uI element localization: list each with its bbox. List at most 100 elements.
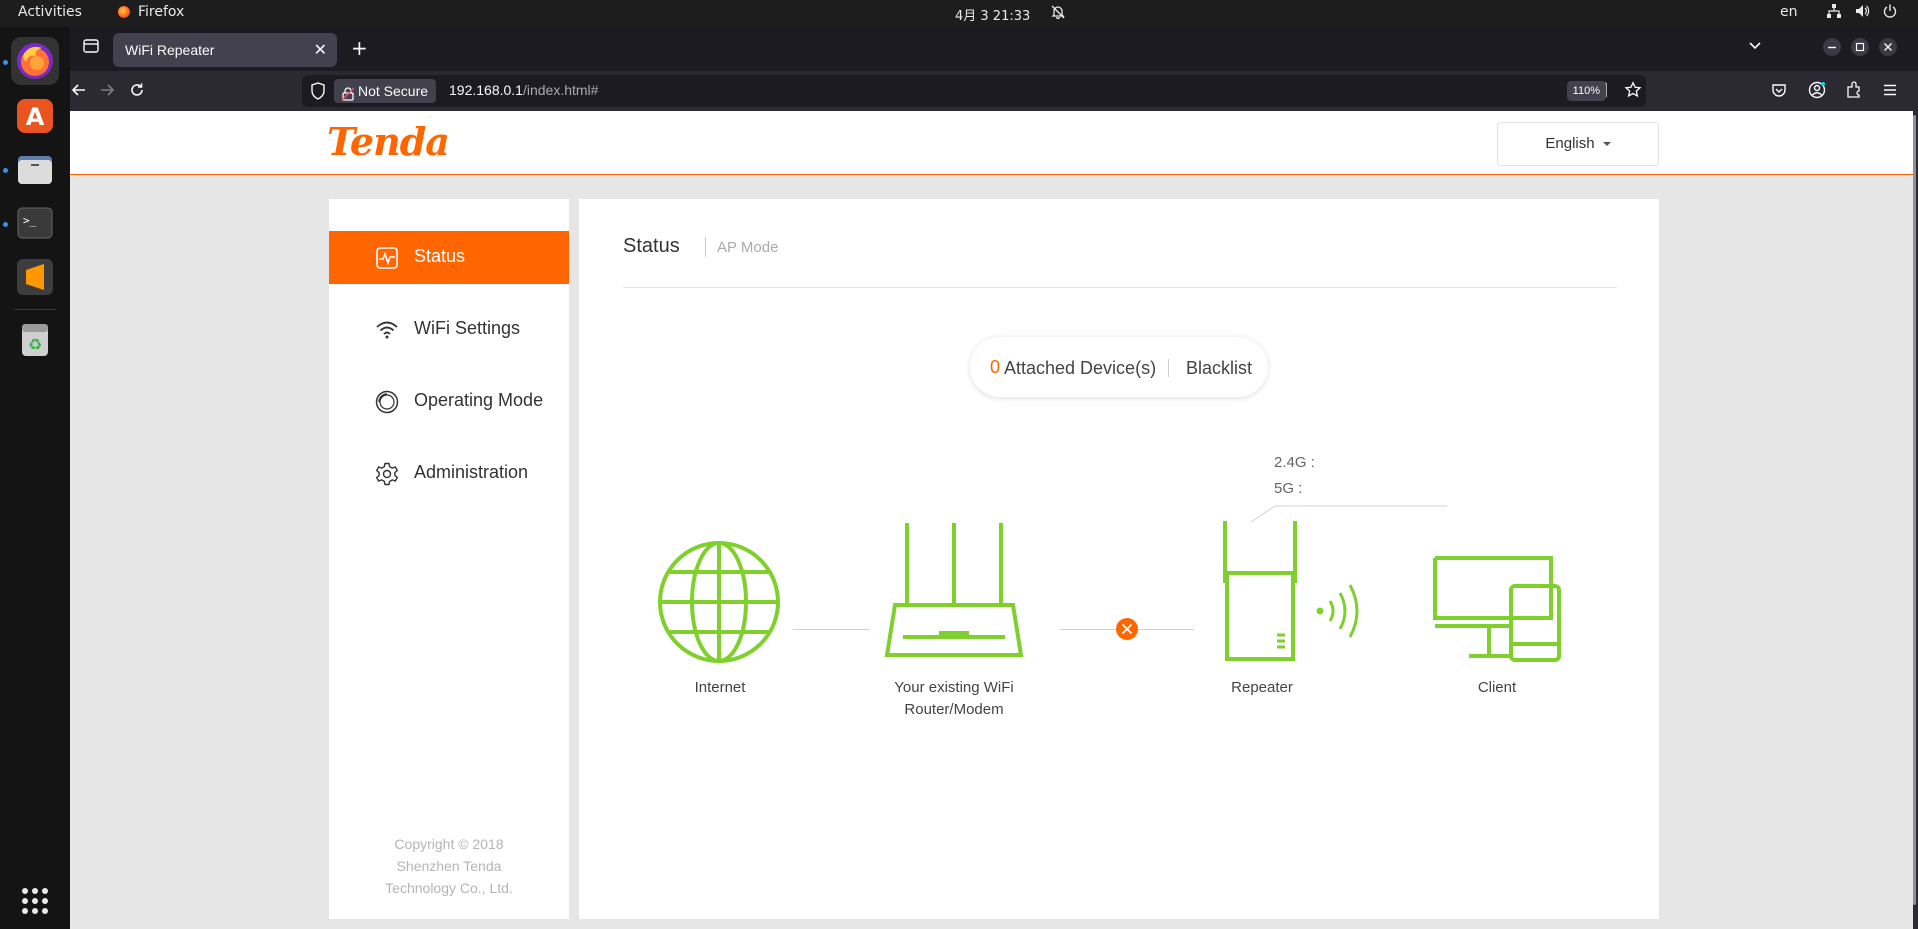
files-icon	[18, 156, 52, 184]
router-label-line: Router/Modem	[904, 701, 1004, 718]
pill-divider	[1168, 359, 1169, 377]
page-scrollbar[interactable]	[1913, 111, 1918, 929]
notifications-muted-icon[interactable]	[1050, 4, 1066, 24]
sidebar: Status WiFi Settings Operating Mode Admi…	[329, 199, 569, 919]
not-secure-badge[interactable]: Not Secure	[334, 79, 437, 103]
sidebar-item-status[interactable]: Status	[329, 231, 569, 284]
router-web-page: Tenda English Status WiFi Settings Opera…	[70, 111, 1918, 929]
pocket-icon[interactable]	[1771, 82, 1787, 103]
sidebar-item-administration[interactable]: Administration	[329, 447, 569, 500]
band-5g-label: 5G :	[1274, 480, 1303, 497]
show-apps-icon	[22, 888, 48, 914]
sidebar-item-operating-mode[interactable]: Operating Mode	[329, 375, 569, 428]
dock-firefox[interactable]	[11, 37, 59, 85]
account-icon[interactable]	[1808, 81, 1826, 104]
copyright-line: Copyright © 2018	[394, 836, 504, 852]
minimize-icon[interactable]	[1822, 37, 1842, 62]
app-menu[interactable]: Firefox	[118, 4, 184, 20]
sidebar-item-label: Status	[414, 246, 466, 266]
page-title: Status	[623, 235, 680, 257]
svg-text:♻: ♻	[28, 335, 42, 354]
router-label-line: Your existing WiFi	[894, 679, 1014, 696]
caret-down-icon	[1602, 142, 1611, 147]
dock-files[interactable]	[11, 145, 59, 193]
firefox-icon	[17, 43, 53, 79]
address-bar[interactable]: Not Secure 192.168.0.1/index.html# 110%	[302, 75, 1646, 107]
system-tray[interactable]	[1826, 3, 1898, 19]
scrollbar-thumb[interactable]	[1913, 115, 1916, 905]
disconnected-icon	[1116, 618, 1138, 640]
clock[interactable]: 4月 3 21:33	[955, 5, 1030, 24]
dock-app-center[interactable]: A	[11, 91, 59, 139]
keyboard-language[interactable]: en	[1780, 4, 1798, 20]
zoom-level[interactable]: 110%	[1566, 81, 1606, 101]
globe-icon	[658, 541, 780, 663]
operating-mode-label: AP Mode	[717, 239, 779, 256]
sidebar-item-wifi-settings[interactable]: WiFi Settings	[329, 303, 569, 356]
tab-close-icon[interactable]: ✕	[314, 40, 327, 60]
firefox-window: WiFi Repeater ✕ + Not Secure 192.168.0.1…	[70, 27, 1918, 929]
extensions-icon[interactable]	[1845, 81, 1863, 104]
router-header: Tenda English	[70, 111, 1918, 175]
blacklist-link[interactable]: Blacklist	[1186, 358, 1252, 379]
dock-show-apps[interactable]	[11, 877, 59, 925]
mode-ring-icon	[375, 390, 399, 414]
forward-icon[interactable]	[98, 81, 116, 104]
copyright: Copyright © 2018 Shenzhen Tenda Technolo…	[329, 833, 569, 899]
sidebar-item-label: Operating Mode	[414, 390, 544, 410]
tab-title: WiFi Repeater	[125, 42, 215, 58]
tenda-logo[interactable]: Tenda	[327, 119, 450, 164]
reload-icon[interactable]	[128, 81, 146, 104]
copyright-line: Technology Co., Ltd.	[385, 880, 513, 896]
signal-waves-icon	[1316, 584, 1359, 638]
attached-devices-link[interactable]: Attached Device(s)	[1004, 358, 1156, 379]
maximize-icon[interactable]	[1850, 37, 1870, 62]
application-dock: A >_ ♻	[0, 27, 70, 929]
list-all-tabs-icon[interactable]	[1747, 37, 1763, 58]
router-label: Your existing WiFi Router/Modem	[869, 677, 1039, 721]
firefox-small-icon	[118, 6, 130, 18]
system-top-bar: Activities Firefox 4月 3 21:33 en	[0, 0, 1918, 27]
app-name: Firefox	[138, 4, 185, 20]
dock-trash[interactable]: ♻	[11, 315, 59, 363]
activities-button[interactable]: Activities	[18, 4, 82, 20]
trash-icon: ♻	[22, 324, 48, 356]
new-tab-icon[interactable]: +	[351, 36, 368, 60]
terminal-icon: >_	[17, 207, 53, 239]
back-icon[interactable]	[70, 81, 88, 104]
power-icon	[1883, 4, 1897, 18]
volume-icon	[1856, 5, 1870, 17]
wifi-icon	[376, 321, 398, 339]
pulse-monitor-icon	[376, 247, 398, 269]
copyright-line: Shenzhen Tenda	[396, 858, 502, 874]
language-select[interactable]: English	[1497, 122, 1659, 166]
url-host: 192.168.0.1	[449, 82, 523, 98]
hamburger-menu-icon[interactable]	[1881, 81, 1899, 104]
app-center-icon: A	[17, 99, 53, 133]
url-text[interactable]: 192.168.0.1/index.html#	[449, 82, 598, 98]
client-devices-icon	[1433, 556, 1561, 662]
svg-text:>_: >_	[23, 214, 37, 227]
tracking-protection-icon[interactable]	[310, 82, 326, 105]
url-path: /index.html#	[522, 82, 599, 98]
network-icon	[1827, 4, 1841, 18]
firefox-view-icon[interactable]	[82, 37, 100, 60]
router-icon	[884, 523, 1024, 657]
sidebar-item-label: Administration	[414, 462, 529, 482]
tab-wifi-repeater[interactable]: WiFi Repeater ✕	[113, 33, 337, 67]
repeater-icon	[1223, 521, 1297, 661]
close-window-icon[interactable]	[1878, 37, 1898, 62]
navigation-toolbar: Not Secure 192.168.0.1/index.html# 110%	[70, 71, 1918, 111]
svg-text:A: A	[26, 103, 45, 131]
not-secure-label: Not Secure	[358, 83, 429, 99]
dock-terminal[interactable]: >_	[11, 199, 59, 247]
language-value: English	[1545, 135, 1595, 152]
attached-count[interactable]: 0	[990, 357, 1000, 378]
dock-sublime-text[interactable]	[11, 253, 59, 301]
bookmark-star-icon[interactable]	[1624, 81, 1642, 104]
gear-icon	[375, 462, 399, 486]
attached-devices-pill: 0 Attached Device(s) Blacklist	[970, 337, 1268, 397]
band-24g-label: 2.4G :	[1274, 454, 1315, 471]
sublime-text-icon	[17, 259, 53, 295]
client-label: Client	[1477, 679, 1517, 696]
